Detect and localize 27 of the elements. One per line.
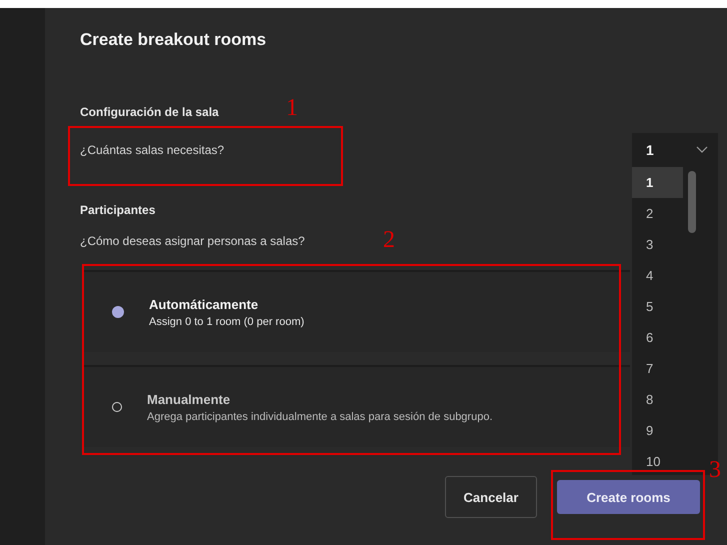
dropdown-option[interactable]: 7 bbox=[632, 353, 683, 384]
dropdown-option[interactable]: 1 bbox=[632, 167, 683, 198]
dropdown-option[interactable]: 5 bbox=[632, 291, 683, 322]
dropdown-option[interactable]: 4 bbox=[632, 260, 683, 291]
section-heading: Configuración de la sala bbox=[80, 105, 219, 119]
create-button[interactable]: Create rooms bbox=[557, 480, 700, 514]
dropdown-value: 1 bbox=[646, 142, 654, 158]
option-title: Automáticamente bbox=[149, 296, 260, 312]
radio-button[interactable] bbox=[112, 306, 124, 318]
section-heading: Participantes bbox=[80, 203, 156, 217]
dropdown-option[interactable]: 10 bbox=[632, 446, 683, 475]
radio-button[interactable] bbox=[112, 402, 122, 412]
annotation-number: 2 bbox=[383, 228, 395, 252]
option-title: Manualmente bbox=[147, 392, 232, 406]
option-description: Assign 0 to 1 room (0 per room) bbox=[149, 316, 304, 328]
dropdown-option[interactable]: 8 bbox=[632, 384, 683, 415]
dropdown-option[interactable]: 3 bbox=[632, 229, 683, 260]
annotation-number: 1 bbox=[286, 96, 298, 120]
cancel-button[interactable]: Cancelar bbox=[445, 476, 537, 518]
question-label: ¿Cómo deseas asignar personas a salas? bbox=[80, 234, 305, 248]
dropdown-option[interactable]: 9 bbox=[632, 415, 683, 446]
question-label: ¿Cuántas salas necesitas? bbox=[80, 143, 224, 157]
dropdown-option[interactable]: 6 bbox=[632, 322, 683, 353]
dialog-title: Create breakout rooms bbox=[80, 30, 266, 50]
scrollbar-thumb[interactable] bbox=[688, 171, 696, 233]
option-description: Agrega participantes individualmente a salas para sesión de subgrupo. bbox=[147, 410, 492, 422]
dropdown-option[interactable]: 2 bbox=[632, 198, 683, 229]
